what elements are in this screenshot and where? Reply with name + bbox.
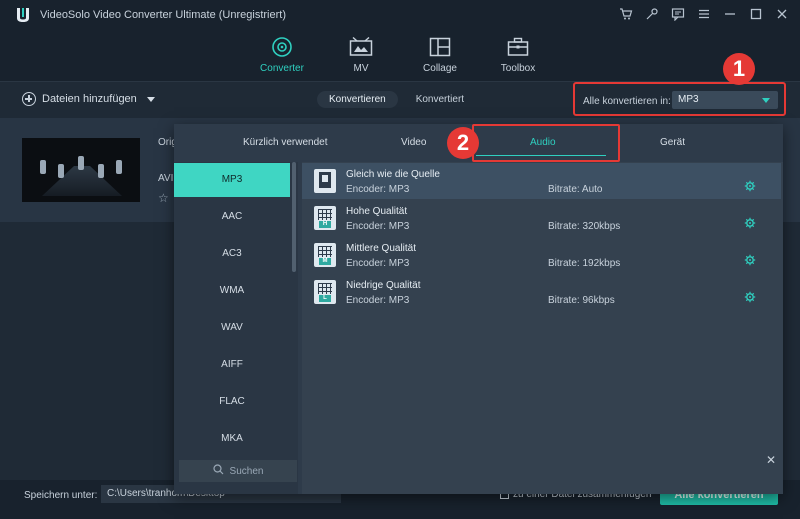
- tab-converter[interactable]: Converter: [242, 36, 322, 87]
- app-title: VideoSolo Video Converter Ultimate (Unre…: [40, 9, 286, 21]
- annotation-badge-1: 1: [723, 53, 755, 85]
- tab-toolbox[interactable]: Toolbox: [478, 36, 558, 80]
- preset-source-icon: [314, 169, 336, 193]
- settings-gear-icon[interactable]: [744, 217, 756, 229]
- file-format: AVI: [158, 173, 174, 184]
- search-icon: [212, 464, 224, 478]
- preset-name: Hohe Qualität: [346, 206, 408, 217]
- tab-video[interactable]: Video: [401, 137, 426, 148]
- tab-recent[interactable]: Kürzlich verwendet: [243, 137, 327, 148]
- tab-converter-label: Converter: [260, 63, 304, 74]
- format-item-mp3[interactable]: MP3: [174, 163, 290, 197]
- preset-quality-icon: L: [314, 280, 336, 304]
- tab-mv-label: MV: [353, 63, 369, 74]
- feedback-icon[interactable]: [670, 6, 686, 22]
- annotation-badge-2: 2: [447, 127, 479, 159]
- quality-tag: L: [319, 295, 331, 302]
- format-item-wav[interactable]: WAV: [174, 311, 290, 345]
- format-item-flac[interactable]: FLAC: [174, 385, 290, 419]
- preset-encoder: Encoder: MP3: [346, 184, 410, 195]
- cart-icon[interactable]: [618, 6, 634, 22]
- preset-bitrate: Bitrate: 96kbps: [548, 295, 615, 306]
- converter-icon: [242, 36, 322, 58]
- preset-name: Gleich wie die Quelle: [346, 169, 440, 180]
- tab-converted[interactable]: Konvertiert: [404, 91, 476, 108]
- tab-toolbox-label: Toolbox: [500, 63, 536, 74]
- preset-name: Mittlere Qualität: [346, 243, 417, 254]
- app-logo-icon: [14, 6, 32, 24]
- preset-row[interactable]: L Niedrige Qualität Encoder: MP3 Bitrate…: [302, 274, 781, 310]
- format-search-input[interactable]: Suchen: [179, 460, 297, 482]
- collage-icon: [400, 36, 480, 58]
- preset-row[interactable]: Gleich wie die Quelle Encoder: MP3 Bitra…: [302, 163, 781, 199]
- preset-quality-icon: M: [314, 243, 336, 267]
- format-list: MP3 AAC AC3 WMA WAV AIFF FLAC MKA: [174, 162, 298, 494]
- menu-icon[interactable]: [696, 6, 712, 22]
- thumbnail-figure: [78, 156, 84, 170]
- add-files-label: Dateien hinzufügen: [42, 93, 137, 105]
- preset-name: Niedrige Qualität: [346, 280, 421, 291]
- mv-icon: [321, 36, 401, 58]
- settings-gear-icon[interactable]: [744, 180, 756, 192]
- tab-collage[interactable]: Collage: [400, 36, 480, 80]
- highlight-box-audio-tab: [472, 124, 620, 162]
- video-thumbnail[interactable]: [22, 138, 140, 202]
- thumbnail-figure: [116, 160, 122, 174]
- preset-bitrate: Bitrate: Auto: [548, 184, 603, 195]
- format-item-wma[interactable]: WMA: [174, 274, 290, 308]
- add-icon: [22, 92, 36, 106]
- preset-encoder: Encoder: MP3: [346, 258, 410, 269]
- thumbnail-road: [42, 166, 122, 196]
- format-item-ac3[interactable]: AC3: [174, 237, 290, 271]
- format-item-aiff[interactable]: AIFF: [174, 348, 290, 382]
- highlight-box-convert-all: [573, 82, 786, 116]
- minimize-icon[interactable]: [722, 6, 738, 22]
- format-item-aac[interactable]: AAC: [174, 200, 290, 234]
- search-placeholder: Suchen: [229, 465, 264, 477]
- settings-gear-icon[interactable]: [744, 254, 756, 266]
- tab-collage-label: Collage: [423, 63, 457, 74]
- settings-gear-icon[interactable]: [744, 291, 756, 303]
- title-bar: VideoSolo Video Converter Ultimate (Unre…: [0, 0, 800, 30]
- format-item-mka[interactable]: MKA: [174, 422, 290, 456]
- preset-bitrate: Bitrate: 320kbps: [548, 221, 621, 232]
- edit-star-icon[interactable]: ☆: [158, 191, 169, 205]
- quality-tag: H: [319, 221, 331, 228]
- format-dropdown-panel: Kürzlich verwendet Video Audio Gerät MP3…: [174, 124, 783, 494]
- key-icon[interactable]: [644, 6, 660, 22]
- preset-encoder: Encoder: MP3: [346, 295, 410, 306]
- chevron-down-icon[interactable]: [146, 96, 155, 102]
- quality-tag: M: [319, 258, 331, 265]
- panel-close-icon[interactable]: ✕: [766, 453, 776, 467]
- preset-encoder: Encoder: MP3: [346, 221, 410, 232]
- preset-quality-icon: H: [314, 206, 336, 230]
- add-files-button[interactable]: Dateien hinzufügen: [22, 92, 155, 106]
- window-controls: [618, 6, 790, 22]
- preset-bitrate: Bitrate: 192kbps: [548, 258, 621, 269]
- maximize-icon[interactable]: [748, 6, 764, 22]
- status-segmented-control: Konvertieren Konvertiert: [317, 91, 476, 108]
- thumbnail-figure: [58, 164, 64, 178]
- preset-list: Gleich wie die Quelle Encoder: MP3 Bitra…: [302, 162, 783, 494]
- tab-converting[interactable]: Konvertieren: [317, 91, 398, 108]
- thumbnail-figure: [98, 164, 104, 178]
- format-list-scrollbar[interactable]: [292, 162, 296, 272]
- preset-row[interactable]: M Mittlere Qualität Encoder: MP3 Bitrate…: [302, 237, 781, 273]
- preset-row[interactable]: H Hohe Qualität Encoder: MP3 Bitrate: 32…: [302, 200, 781, 236]
- thumbnail-figure: [40, 160, 46, 174]
- main-nav: Converter MV Collage Toolbox: [0, 30, 800, 87]
- tab-device[interactable]: Gerät: [660, 137, 685, 148]
- tab-mv[interactable]: MV: [321, 36, 401, 80]
- toolbox-icon: [478, 36, 558, 58]
- close-icon[interactable]: [774, 6, 790, 22]
- save-to-label: Speichern unter:: [24, 490, 98, 501]
